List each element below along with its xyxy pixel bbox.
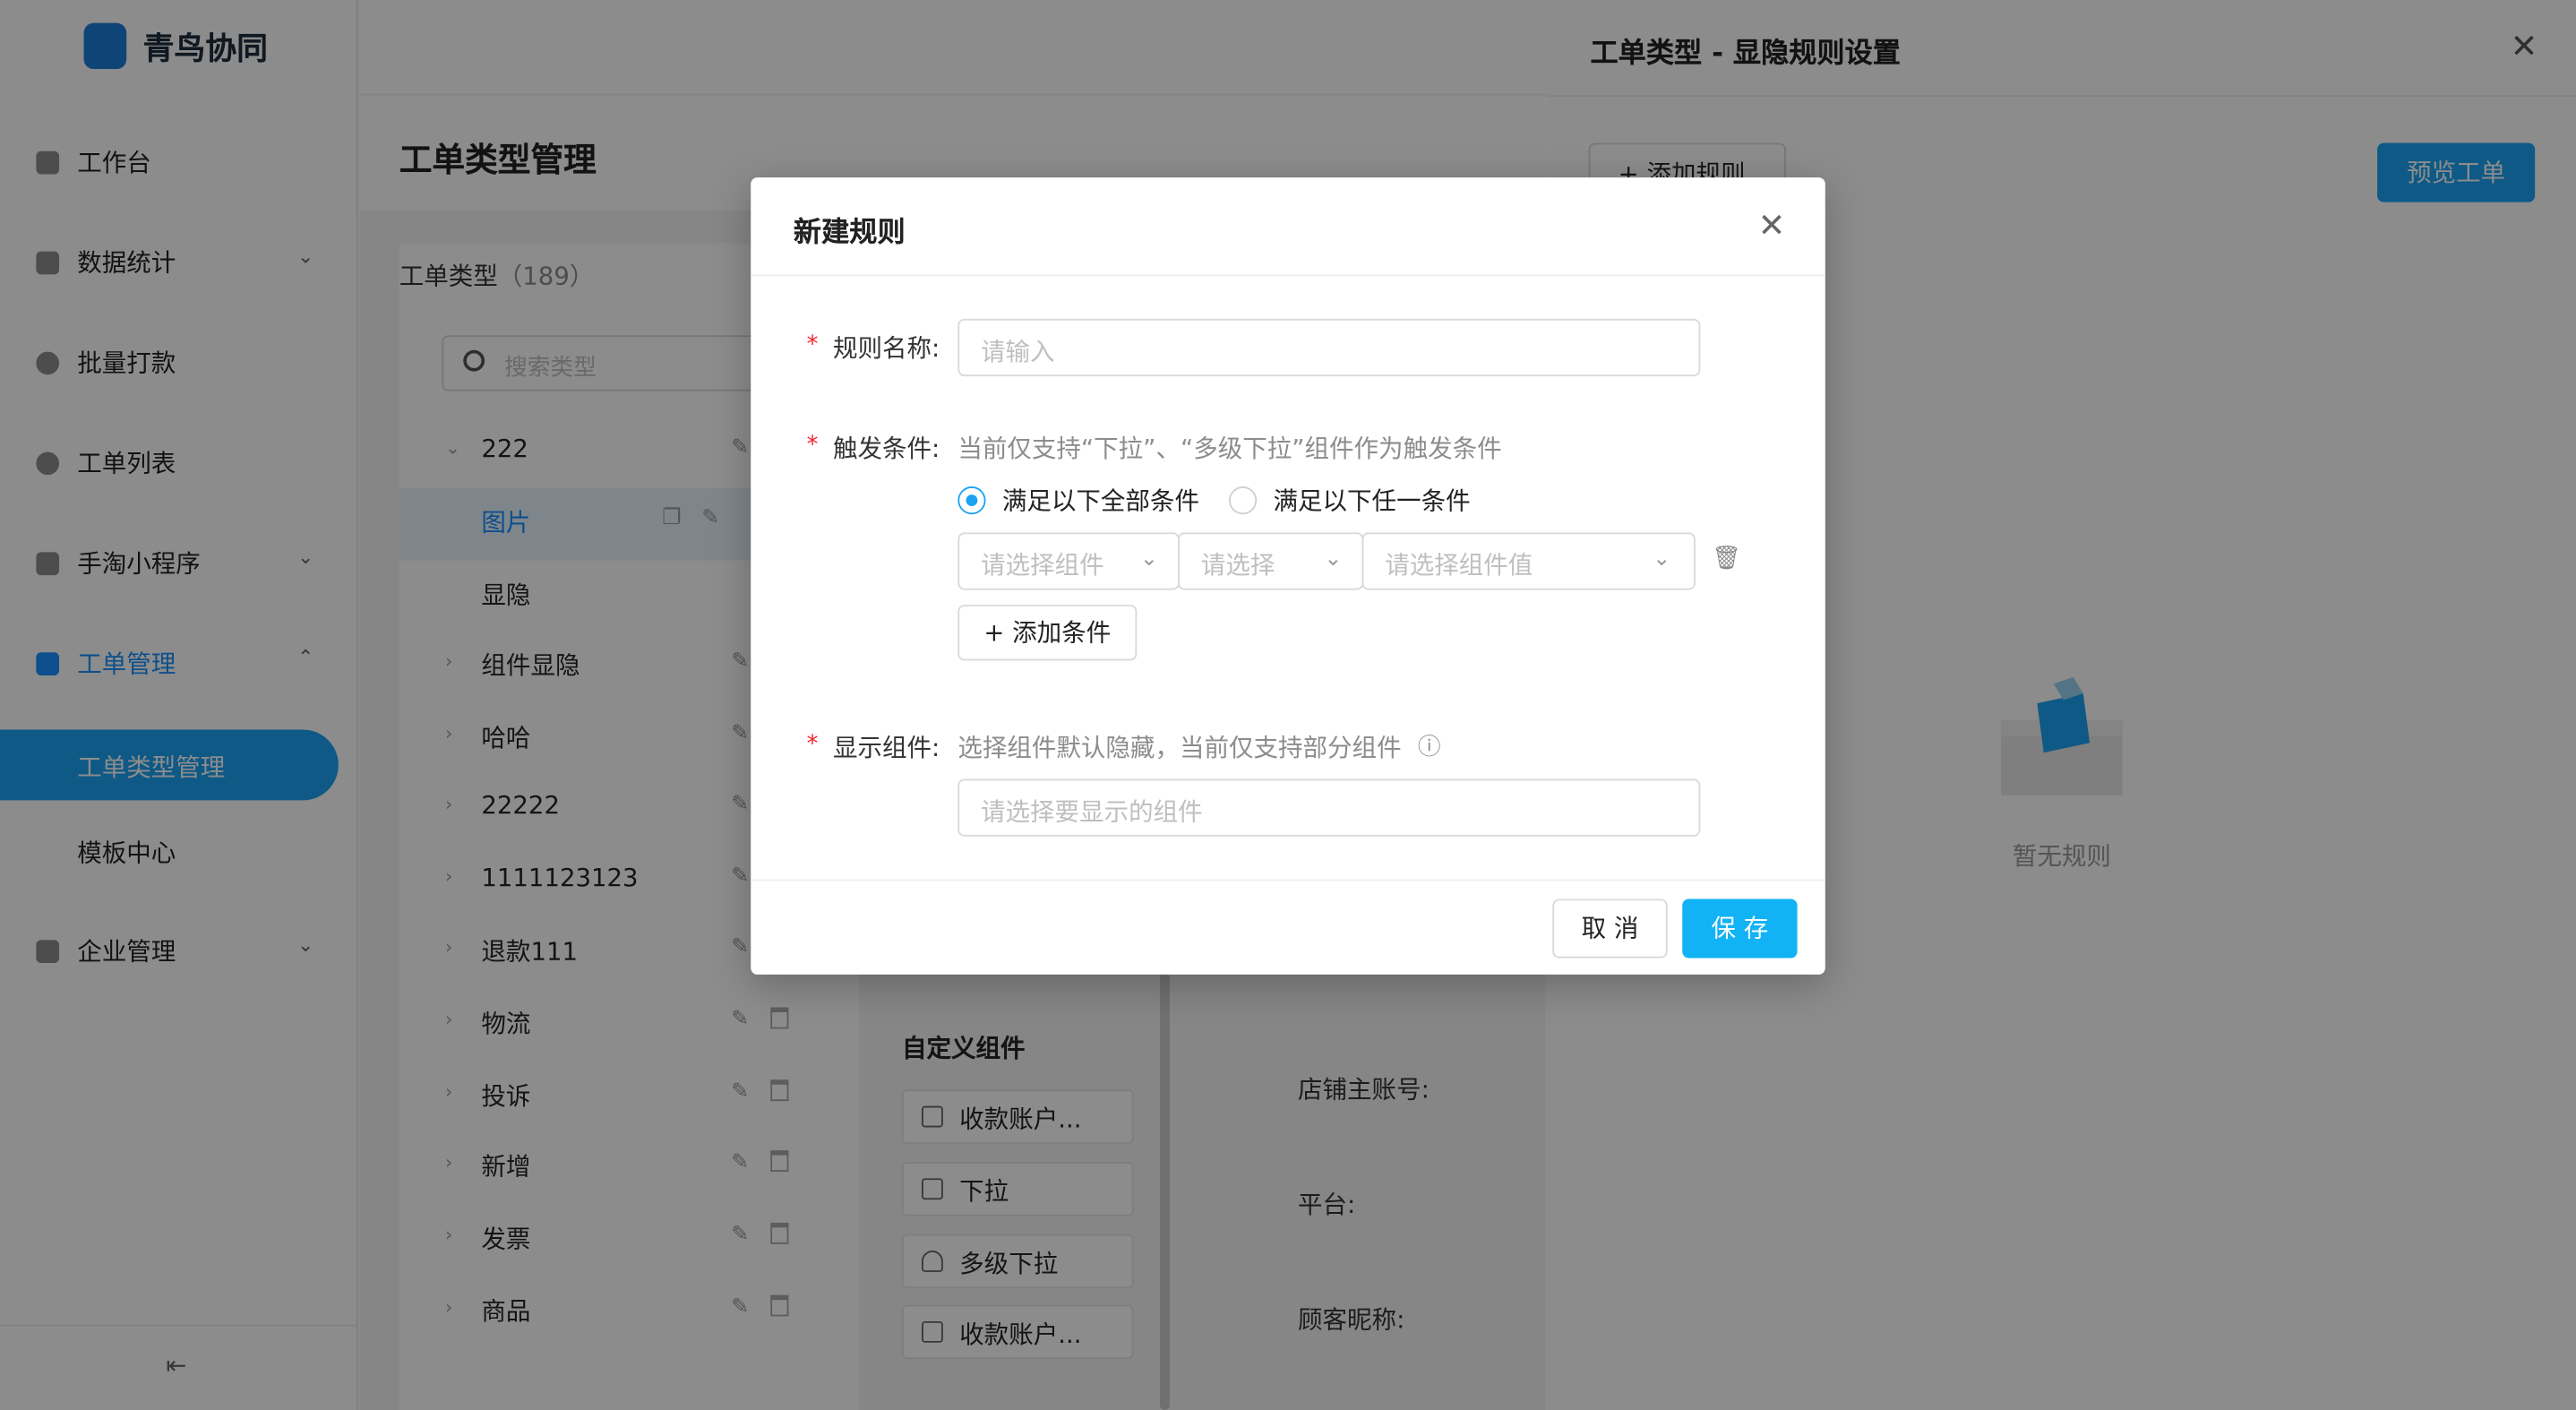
rule-name-input[interactable]: 请输入 [957, 318, 1701, 377]
add-condition-button[interactable]: + 添加条件 [957, 605, 1138, 661]
cancel-button[interactable]: 取 消 [1552, 898, 1668, 959]
modal-header-divider [751, 274, 1825, 277]
trigger-hint: 当前仅支持“下拉”、“多级下拉”组件作为触发条件 [957, 434, 1502, 464]
trash-icon[interactable]: 🗑 [1712, 546, 1741, 572]
close-icon[interactable]: ✕ [1758, 205, 1786, 245]
modal-footer-divider [751, 879, 1825, 881]
rule-name-label: 规则名称: [832, 333, 940, 364]
radio-any-label[interactable]: 满足以下任一条件 [1274, 483, 1471, 518]
select-operator[interactable]: 请选择 ⌄ [1178, 532, 1364, 590]
select-operator-placeholder: 请选择 [1200, 550, 1275, 580]
display-components-select[interactable]: 请选择要显示的组件 [957, 778, 1701, 837]
display-label: 显示组件: [832, 733, 940, 763]
radio-all-label[interactable]: 满足以下全部条件 [1002, 483, 1199, 518]
select-value-placeholder: 请选择组件值 [1385, 550, 1533, 580]
display-hint: 选择组件默认隐藏，当前仅支持部分组件 [957, 733, 1402, 763]
new-rule-modal: 新建规则 ✕ * 规则名称: 请输入 * 触发条件: 当前仅支持“下拉”、“多级… [751, 177, 1825, 975]
rule-name-placeholder: 请输入 [981, 337, 1055, 367]
required-mark: * [806, 731, 819, 758]
info-icon[interactable]: ⓘ [1418, 730, 1441, 763]
chevron-down-icon: ⌄ [1653, 546, 1671, 572]
select-component-placeholder: 请选择组件 [981, 550, 1104, 580]
required-mark: * [806, 432, 819, 459]
display-placeholder: 请选择要显示的组件 [981, 796, 1203, 827]
modal-title: 新建规则 [793, 217, 906, 250]
radio-any-condition[interactable] [1228, 486, 1258, 515]
required-mark: * [806, 331, 819, 358]
select-component-value[interactable]: 请选择组件值 ⌄ [1361, 532, 1696, 590]
radio-all-conditions[interactable] [957, 486, 986, 515]
chevron-down-icon: ⌄ [1139, 546, 1158, 572]
chevron-down-icon: ⌄ [1324, 546, 1343, 572]
select-component[interactable]: 请选择组件 ⌄ [957, 532, 1180, 590]
trigger-label: 触发条件: [832, 434, 940, 464]
save-button[interactable]: 保 存 [1682, 898, 1798, 959]
